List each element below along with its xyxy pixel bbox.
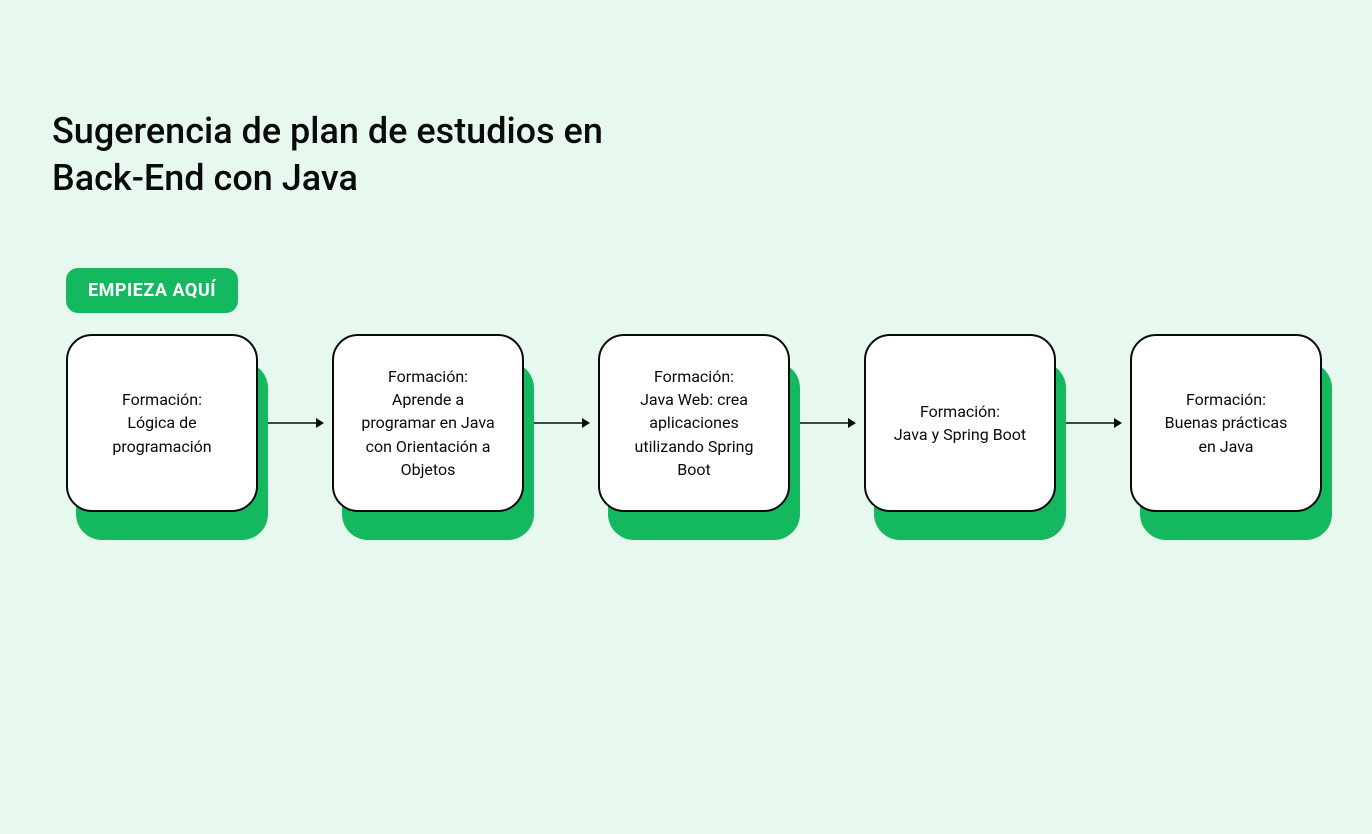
- arrow-right-icon: [1064, 415, 1122, 431]
- page-title: Sugerencia de plan de estudios en Back-E…: [52, 108, 672, 202]
- card-body: Formación: Java Web: crea aplicaciones u…: [598, 334, 790, 512]
- card-body: Formación: Lógica de programación: [66, 334, 258, 512]
- card-text: Formación: Java Web: crea aplicaciones u…: [635, 365, 754, 481]
- card-text: Formación: Java y Spring Boot: [894, 400, 1026, 446]
- arrow-right-icon: [532, 415, 590, 431]
- flow-card: Formación: Aprende a programar en Java c…: [332, 334, 524, 512]
- card-body: Formación: Java y Spring Boot: [864, 334, 1056, 512]
- start-here-badge: EMPIEZA AQUÍ: [66, 268, 238, 313]
- card-text: Formación: Aprende a programar en Java c…: [361, 365, 494, 481]
- flow-card: Formación: Lógica de programación: [66, 334, 258, 512]
- card-text: Formación: Buenas prácticas en Java: [1165, 388, 1288, 458]
- card-body: Formación: Aprende a programar en Java c…: [332, 334, 524, 512]
- flow-card: Formación: Buenas prácticas en Java: [1130, 334, 1322, 512]
- flow-card: Formación: Java Web: crea aplicaciones u…: [598, 334, 790, 512]
- arrow-right-icon: [798, 415, 856, 431]
- card-body: Formación: Buenas prácticas en Java: [1130, 334, 1322, 512]
- flow-card: Formación: Java y Spring Boot: [864, 334, 1056, 512]
- flow-container: Formación: Lógica de programación Formac…: [66, 334, 1322, 512]
- card-text: Formación: Lógica de programación: [112, 388, 211, 458]
- arrow-right-icon: [266, 415, 324, 431]
